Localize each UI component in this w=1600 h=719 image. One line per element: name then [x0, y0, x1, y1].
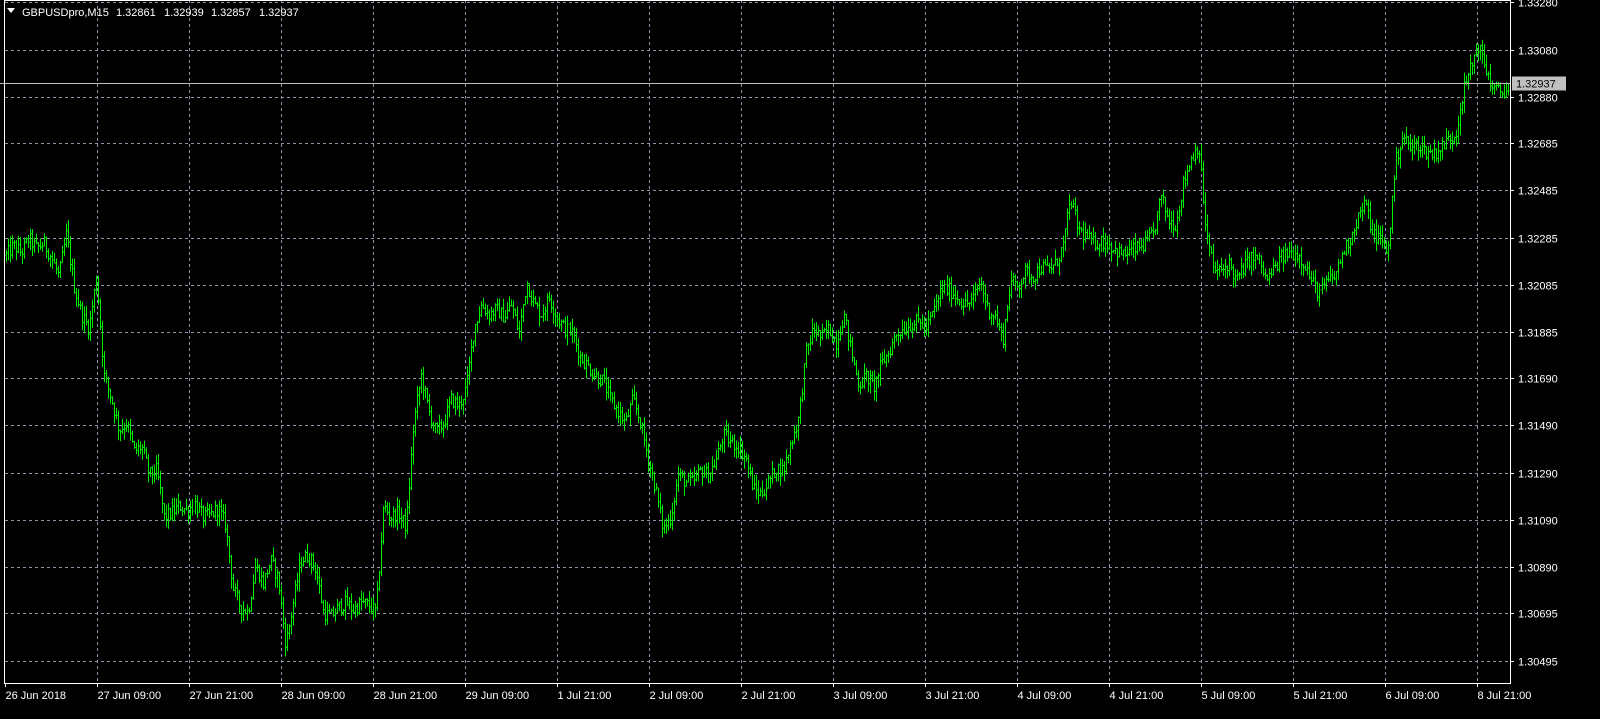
price-axis[interactable]: 1.33280 1.33080 1.32880 1.32685 1.32485 1.322…	[1510, 0, 1558, 669]
x-tick-label: 5 Jul 09:00	[1202, 690, 1256, 702]
y-tick-label: 1.30495	[1518, 657, 1558, 669]
symbol-timeframe-label: GBPUSDpro,M15	[22, 7, 109, 19]
y-tick-label: 1.31690	[1518, 374, 1558, 386]
y-tick-label: 1.33080	[1518, 46, 1558, 58]
y-tick-label: 1.30890	[1518, 563, 1558, 575]
x-tick-label: 3 Jul 09:00	[834, 690, 888, 702]
ohlc-open: 1.32861	[116, 7, 156, 19]
y-tick-label: 1.31290	[1518, 469, 1558, 481]
x-tick-label: 28 Jun 21:00	[374, 690, 438, 702]
y-tick-label: 1.32485	[1518, 186, 1558, 198]
x-tick-label: 28 Jun 09:00	[282, 690, 346, 702]
price-chart[interactable]: 1.33280 1.33080 1.32880 1.32685 1.32485 1.322…	[0, 0, 1600, 719]
x-tick-label: 2 Jul 09:00	[650, 690, 704, 702]
y-tick-label: 1.30695	[1518, 609, 1558, 621]
y-tick-label: 1.32880	[1518, 93, 1558, 105]
x-tick-label: 5 Jul 21:00	[1294, 690, 1348, 702]
x-tick-label: 3 Jul 21:00	[926, 690, 980, 702]
y-tick-label: 1.31885	[1518, 328, 1558, 340]
x-tick-label: 27 Jun 09:00	[98, 690, 162, 702]
x-tick-label: 29 Jun 09:00	[466, 690, 530, 702]
x-tick-label: 26 Jun 2018	[6, 690, 67, 702]
x-tick-label: 4 Jul 09:00	[1018, 690, 1072, 702]
current-price-tag: 1.32937	[1512, 76, 1566, 91]
ohlc-low: 1.32857	[211, 7, 251, 19]
ohlc-high: 1.32939	[164, 7, 204, 19]
y-tick-label: 1.32685	[1518, 139, 1558, 151]
y-tick-label: 1.32085	[1518, 281, 1558, 293]
x-tick-label: 6 Jul 09:00	[1386, 690, 1440, 702]
current-price-tag-label: 1.32937	[1516, 79, 1556, 91]
y-tick-label: 1.32285	[1518, 234, 1558, 246]
x-tick-label: 8 Jul 21:00	[1478, 690, 1532, 702]
y-tick-label: 1.31490	[1518, 421, 1558, 433]
x-tick-label: 1 Jul 21:00	[558, 690, 612, 702]
x-tick-label: 4 Jul 21:00	[1110, 690, 1164, 702]
x-tick-label: 27 Jun 21:00	[190, 690, 254, 702]
y-tick-label: 1.33280	[1518, 0, 1558, 10]
x-tick-label: 2 Jul 21:00	[742, 690, 796, 702]
ohlc-close: 1.32937	[259, 7, 299, 19]
y-tick-label: 1.31090	[1518, 516, 1558, 528]
